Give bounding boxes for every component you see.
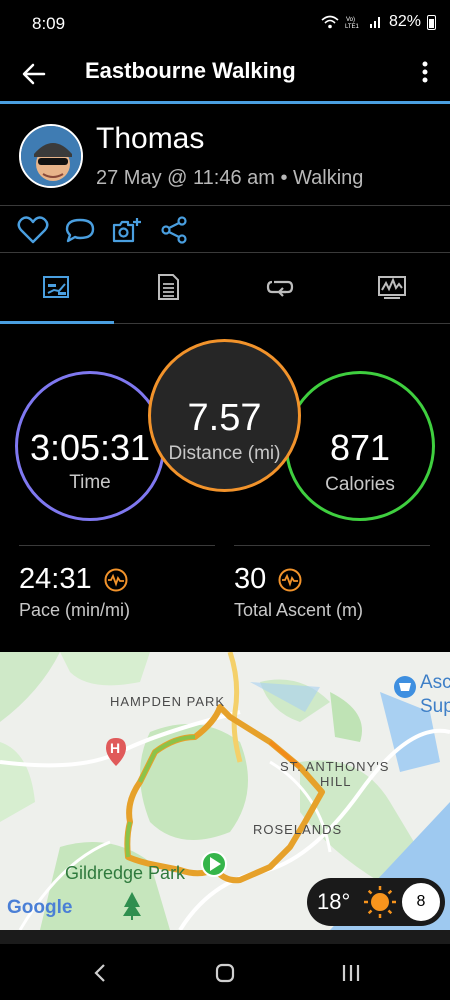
ascent-label: Total Ascent (m) (234, 600, 364, 620)
map-label-roselands: ROSELANDS (253, 822, 343, 837)
svg-text:Vo): Vo) (346, 17, 355, 23)
calories-circle: 871 Calories (285, 371, 435, 521)
map-label-hampden-park: HAMPDEN PARK (110, 694, 226, 709)
share-icon[interactable] (158, 215, 190, 245)
tab-bar (0, 254, 450, 324)
activity-meta: 27 May @ 11:46 am • Walking (96, 167, 364, 189)
status-bar: 8:09 Vo) LTE1 82% (0, 0, 450, 50)
avatar-image (21, 126, 81, 186)
route-map[interactable]: H HAMPDEN PARK ST. ANTHONY'S HILL ROSELA… (0, 652, 450, 930)
google-logo-text: Google (7, 897, 73, 918)
add-photo-icon[interactable] (111, 215, 143, 245)
ascent-value: 30 (234, 563, 267, 595)
svg-text:H: H (110, 740, 120, 756)
svg-text:LTE1: LTE1 (345, 24, 360, 29)
nav-recents-icon[interactable] (336, 960, 366, 986)
pace-label: Pace (min/mi) (19, 600, 131, 620)
repeat-icon (266, 280, 294, 297)
calories-value: 871 (329, 427, 391, 468)
battery-percent: 82% (388, 13, 421, 30)
map-bottom-bar (0, 930, 450, 944)
calories-label: Calories (325, 474, 395, 495)
pulse-icon[interactable] (104, 568, 128, 592)
page-title: Eastbourne Walking (85, 58, 296, 83)
temperature-value: 18° (317, 889, 351, 914)
sun-icon (364, 886, 396, 918)
tab-laps[interactable] (224, 254, 336, 322)
distance-circle: 7.57 Distance (mi) (148, 339, 301, 492)
activity-header: Thomas 27 May @ 11:46 am • Walking (0, 104, 450, 206)
map-label-asda-1: Asc (420, 672, 450, 693)
map-label-hill: HILL (320, 774, 352, 789)
comment-icon[interactable] (64, 215, 96, 245)
graph-icon (378, 276, 406, 299)
status-time: 8:09 (32, 14, 66, 33)
pace-stat: 24:31 (19, 563, 128, 596)
status-icons: Vo) LTE1 82% (321, 13, 436, 31)
battery-icon (427, 14, 436, 30)
document-icon (158, 274, 179, 300)
google-attribution: Google (7, 897, 72, 919)
wifi-icon (321, 15, 339, 29)
pulse-icon[interactable] (278, 568, 302, 592)
map-label-asda-2: Sup (420, 696, 450, 717)
ascent-stat: 30 (234, 563, 302, 596)
ascent-divider (234, 545, 430, 546)
time-label: Time (69, 472, 111, 493)
nav-home-icon[interactable] (210, 960, 240, 986)
wind-speed: 8 (416, 893, 426, 910)
map-label-gildredge-park: Gildredge Park (65, 863, 186, 883)
distance-value: 7.57 (187, 397, 262, 439)
tab-stats[interactable] (0, 254, 112, 322)
time-value: 3:05:31 (29, 427, 151, 468)
weather-badge[interactable]: 18° 8 (307, 878, 445, 926)
action-row (0, 207, 450, 253)
nav-back-icon[interactable] (86, 960, 116, 986)
user-name[interactable]: Thomas (96, 122, 204, 156)
app-bar: Eastbourne Walking (0, 50, 450, 102)
more-options-icon[interactable] (414, 58, 436, 86)
wind-indicator: 8 (402, 883, 440, 921)
tab-indicator (0, 321, 114, 324)
map-label-st-anthonys: ST. ANTHONY'S (280, 759, 390, 774)
pace-value: 24:31 (19, 563, 92, 595)
time-circle: 3:05:31 Time (15, 371, 165, 521)
signal-icon (369, 17, 380, 28)
lte-icon: Vo) LTE1 (345, 17, 360, 29)
back-arrow-icon[interactable] (20, 60, 48, 88)
chart-icon (43, 276, 69, 298)
system-nav-bar (0, 944, 450, 1000)
heart-icon[interactable] (17, 215, 49, 245)
tab-graphs[interactable] (336, 254, 448, 322)
distance-label: Distance (mi) (168, 443, 281, 464)
avatar[interactable] (19, 124, 83, 188)
pace-divider (19, 545, 215, 546)
tab-details[interactable] (112, 254, 224, 322)
